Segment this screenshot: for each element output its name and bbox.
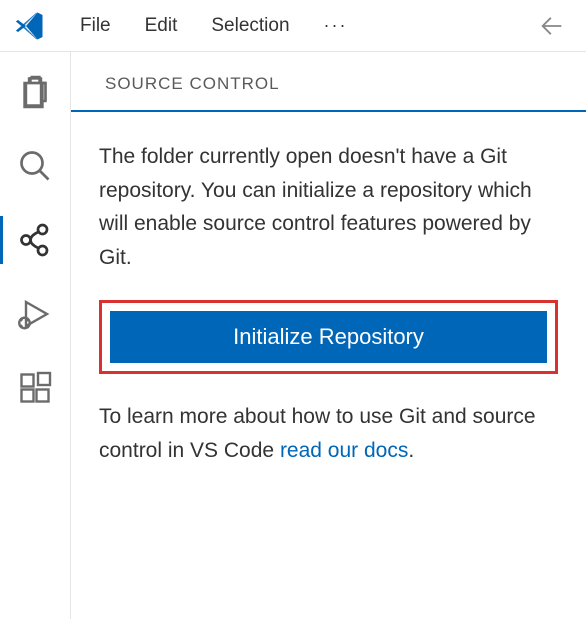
read-docs-link[interactable]: read our docs (280, 439, 408, 462)
vscode-logo-icon (14, 10, 46, 42)
activity-extensions[interactable] (0, 370, 70, 406)
learn-suffix: . (408, 439, 414, 462)
initialize-repository-button[interactable]: Initialize Repository (110, 311, 547, 363)
menu-selection[interactable]: Selection (197, 11, 303, 41)
panel-body: The folder currently open doesn't have a… (71, 110, 586, 488)
info-text: The folder currently open doesn't have a… (99, 140, 558, 274)
menu-edit[interactable]: Edit (131, 11, 192, 41)
menubar: File Edit Selection ··· (0, 0, 586, 52)
panel-title: SOURCE CONTROL (71, 74, 586, 94)
back-arrow-icon[interactable] (530, 8, 574, 44)
main-area: SOURCE CONTROL The folder currently open… (0, 52, 586, 619)
activity-bar (0, 52, 70, 619)
activity-run-debug[interactable] (0, 296, 70, 332)
activity-source-control[interactable] (0, 222, 70, 258)
source-control-panel: SOURCE CONTROL The folder currently open… (70, 52, 586, 619)
highlight-annotation: Initialize Repository (99, 300, 558, 374)
activity-search[interactable] (0, 148, 70, 184)
activity-explorer[interactable] (0, 74, 70, 110)
learn-more-text: To learn more about how to use Git and s… (99, 400, 558, 467)
menu-file[interactable]: File (66, 11, 125, 41)
menu-more-icon[interactable]: ··· (310, 11, 362, 40)
